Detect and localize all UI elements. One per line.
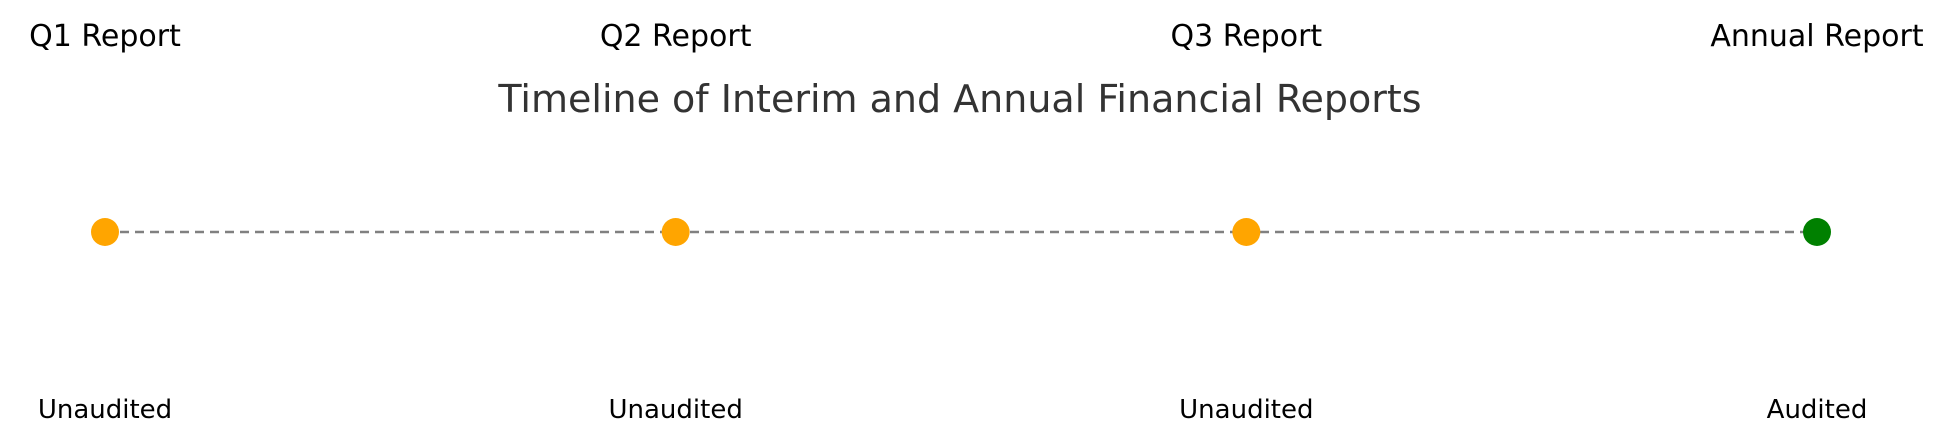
event-label: Annual Report	[1710, 19, 1924, 54]
event-status: Unaudited	[1179, 395, 1313, 425]
event-label: Q2 Report	[600, 19, 752, 54]
event-status: Audited	[1767, 395, 1868, 425]
event-marker	[91, 218, 119, 246]
event-marker	[1803, 218, 1831, 246]
event-label: Q3 Report	[1170, 19, 1322, 54]
event-status: Unaudited	[38, 395, 172, 425]
event-status: Unaudited	[608, 395, 742, 425]
event-marker	[661, 218, 690, 246]
timeline-event: Q1 Report Unaudited	[29, 19, 181, 425]
diagram-title: Timeline of Interim and Annual Financial…	[497, 77, 1421, 121]
timeline-event: Annual Report Audited	[1710, 19, 1924, 425]
event-marker	[1232, 218, 1261, 246]
event-label: Q1 Report	[29, 19, 181, 54]
timeline-diagram: Timeline of Interim and Annual Financial…	[29, 19, 1924, 425]
